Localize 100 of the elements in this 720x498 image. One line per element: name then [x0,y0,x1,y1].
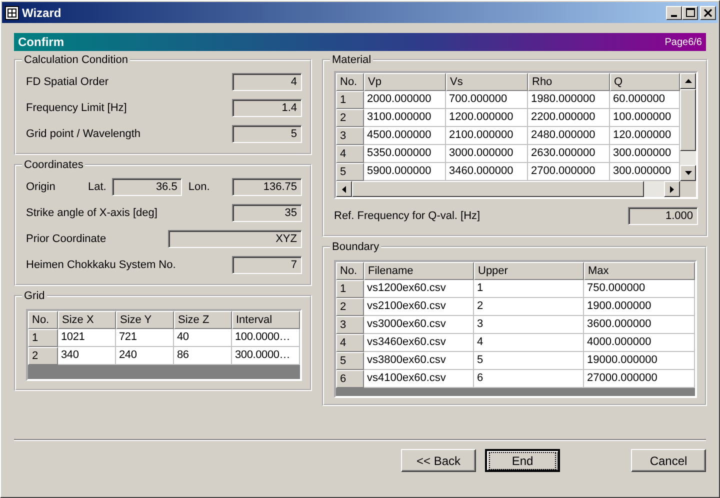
row-header: 3 [336,316,364,334]
close-button[interactable] [700,6,716,20]
cancel-button[interactable]: Cancel [631,449,706,472]
column-header[interactable]: Size Z [174,311,232,329]
table-cell: 700.000000 [446,91,528,109]
table-cell: 300.000000 [610,145,680,163]
field-label: Frequency Limit [Hz] [26,102,127,114]
group-title: Grid [24,290,45,302]
table-cell: 3460.000000 [446,163,528,181]
column-header[interactable]: Vs [446,73,528,91]
table-cell: 3 [474,316,584,334]
field-label: Grid point / Wavelength [26,128,141,140]
table-cell: 721 [116,329,174,347]
group-title: Calculation Condition [24,54,128,66]
table-cell: 4000.000000 [584,334,695,352]
table-cell: 750.000000 [584,280,695,298]
field-label: Heimen Chokkaku System No. [26,259,176,271]
table-cell: 5900.000000 [364,163,446,181]
scroll-thumb[interactable] [680,89,696,151]
horizontal-scrollbar[interactable] [336,181,696,197]
table-cell: 2480.000000 [528,127,610,145]
column-header[interactable]: Q [610,73,680,91]
table-cell: 6 [474,370,584,388]
table-cell: 340 [58,347,116,365]
table-cell: 240 [116,347,174,365]
scroll-right-button[interactable] [664,181,680,197]
table-cell: vs2100ex60.csv [364,298,474,316]
table-cell: vs3800ex60.csv [364,352,474,370]
table-cell: 60.000000 [610,91,680,109]
scroll-down-button[interactable] [680,165,696,181]
table-cell: 2700.000000 [528,163,610,181]
column-header[interactable]: Max [584,262,695,280]
row-header: 1 [336,91,364,109]
field-label: Prior Coordinate [26,233,106,245]
table-cell: 1200.000000 [446,109,528,127]
readonly-field: 136.75 [232,178,302,196]
table-cell: 2630.000000 [528,145,610,163]
column-header[interactable]: Filename [364,262,474,280]
field-label: FD Spatial Order [26,76,109,88]
scroll-left-button[interactable] [336,181,352,197]
app-icon [5,6,19,20]
readonly-field: 35 [232,204,302,222]
table-cell: 86 [174,347,232,365]
table-cell: 100.0000… [232,329,300,347]
table-cell: 2000.000000 [364,91,446,109]
scroll-thumb[interactable] [352,181,644,197]
up-arrow-icon [684,79,692,83]
field-label: Origin [26,181,56,193]
maximize-button[interactable] [682,6,698,20]
row-header: 6 [336,370,364,388]
scroll-up-button[interactable] [680,73,696,89]
column-header[interactable]: No. [336,73,364,91]
scrollbar-corner [680,181,696,197]
group-title: Boundary [332,241,380,253]
field-label: Lat. [88,181,106,193]
column-header[interactable]: Vp [364,73,446,91]
table-cell: 2100.000000 [446,127,528,145]
end-button[interactable]: End [485,449,560,472]
table-cell: 2200.000000 [528,109,610,127]
table-cell: 4500.000000 [364,127,446,145]
field-label: Lon. [188,181,210,193]
column-header[interactable]: Size Y [116,311,174,329]
close-icon [704,8,712,16]
table-cell: 19000.000000 [584,352,695,370]
left-arrow-icon [342,186,346,192]
row-header: 3 [336,127,364,145]
table-cell: 1021 [58,329,116,347]
page-number: Page6/6 [664,36,702,48]
readonly-field: 1.000 [628,207,698,225]
table-cell: 120.000000 [610,127,680,145]
table-cell: 2 [474,298,584,316]
table-cell: 300.0000… [232,347,300,365]
table-cell: 3600.000000 [584,316,695,334]
table-cell: 3000.000000 [446,145,528,163]
row-header: 2 [28,347,58,365]
table-cell: 4 [474,334,584,352]
table-cell: 100.000000 [610,109,680,127]
table-cell: 5 [474,352,584,370]
column-header[interactable]: Rho [528,73,610,91]
readonly-field: XYZ [168,230,302,248]
right-arrow-icon [670,186,674,192]
column-header[interactable]: Size X [58,311,116,329]
down-arrow-icon [684,171,692,175]
column-header[interactable]: Interval [232,311,300,329]
back-button[interactable]: << Back [401,449,476,472]
vertical-scrollbar[interactable] [680,73,696,181]
table-cell: vs3460ex60.csv [364,334,474,352]
column-header[interactable]: Upper [474,262,584,280]
table-cell: vs1200ex60.csv [364,280,474,298]
page-title: Confirm [18,35,64,49]
column-header[interactable]: No. [336,262,364,280]
field-label: Ref. Frequency for Q-val. [Hz] [334,210,480,222]
column-header[interactable]: No. [28,311,58,329]
readonly-field: 4 [232,73,302,91]
minimize-button[interactable] [666,6,682,20]
readonly-field: 1.4 [232,99,302,117]
maximize-icon [686,8,694,17]
table-cell: vs3000ex60.csv [364,316,474,334]
row-header: 4 [336,145,364,163]
readonly-field: 7 [232,256,302,274]
